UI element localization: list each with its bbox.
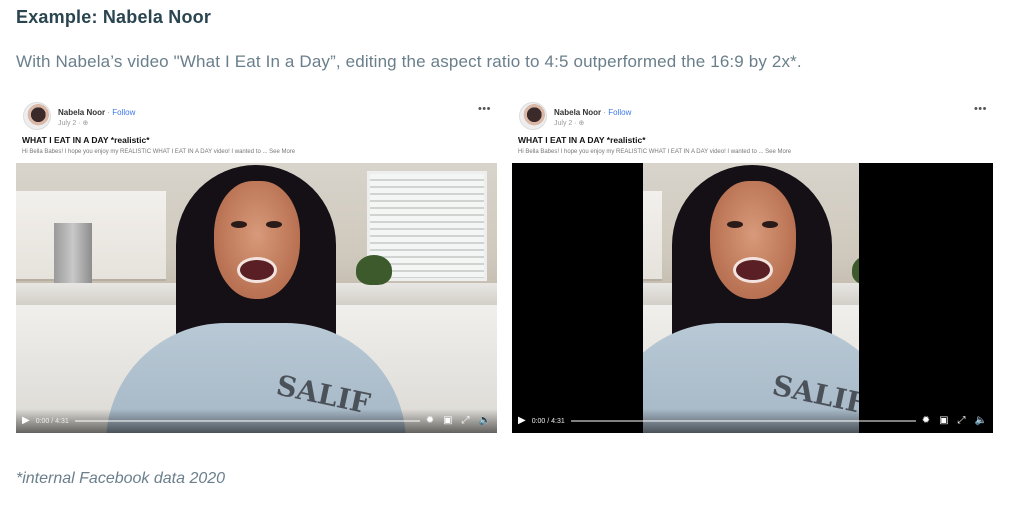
mouth: [733, 257, 773, 283]
presenter: SALIF: [106, 163, 406, 433]
facebook-post-4-5: Nabela Noor · Follow July 2 · ⊕ ••• WHAT…: [512, 100, 993, 433]
volume-icon[interactable]: 🔈: [975, 416, 987, 426]
more-options-icon[interactable]: •••: [974, 103, 987, 115]
post-author: Nabela Noor · Follow: [58, 108, 135, 117]
post-description[interactable]: Hi Bella Babes! I hope you enjoy my REAL…: [22, 149, 295, 155]
eye: [266, 221, 282, 228]
fullscreen-icon[interactable]: ⤢: [958, 416, 966, 426]
video-time: 0:00 / 4:31: [35, 417, 69, 425]
post-header: Nabela Noor · Follow July 2 · ⊕ ••• WHAT…: [16, 100, 497, 162]
post-title: WHAT I EAT IN A DAY *realistic*: [518, 135, 646, 145]
author-name[interactable]: Nabela Noor: [554, 108, 601, 117]
presenter: SALIF: [643, 163, 859, 433]
avatar[interactable]: [519, 102, 547, 130]
page-title: Example: Nabela Noor: [16, 7, 212, 27]
pip-icon[interactable]: ▣: [939, 416, 948, 426]
post-date: July 2 · ⊕: [554, 120, 585, 127]
settings-icon[interactable]: ✹: [922, 416, 930, 426]
follow-link[interactable]: Follow: [608, 108, 631, 117]
more-options-icon[interactable]: •••: [478, 103, 491, 115]
post-date: July 2 · ⊕: [58, 120, 89, 127]
post-header: Nabela Noor · Follow July 2 · ⊕ ••• WHAT…: [512, 100, 993, 162]
page-subtitle: With Nabela’s video "What I Eat In a Day…: [16, 52, 802, 71]
author-name[interactable]: Nabela Noor: [58, 108, 105, 117]
video-time: 0:00 / 4:31: [531, 417, 565, 425]
progress-bar[interactable]: [74, 420, 420, 422]
mouth: [237, 257, 277, 283]
video-controls: ▶ 0:00 / 4:31 ✹ ▣ ⤢ 🔈: [16, 409, 497, 433]
play-icon[interactable]: ▶: [518, 416, 526, 426]
pip-icon[interactable]: ▣: [443, 416, 452, 426]
eye: [231, 221, 247, 228]
facebook-post-16-9: Nabela Noor · Follow July 2 · ⊕ ••• WHAT…: [16, 100, 497, 433]
follow-link[interactable]: Follow: [112, 108, 135, 117]
video-player[interactable]: SALIF ▶ 0:00 / 4:31 ✹ ▣ ⤢ 🔈: [512, 163, 993, 433]
eye: [727, 221, 743, 228]
post-title: WHAT I EAT IN A DAY *realistic*: [22, 135, 150, 145]
video-player[interactable]: SALIF ▶ 0:00 / 4:31 ✹ ▣ ⤢ 🔈: [16, 163, 497, 433]
play-icon[interactable]: ▶: [22, 416, 30, 426]
footnote: *internal Facebook data 2020: [16, 470, 226, 487]
separator: ·: [107, 108, 111, 117]
video-controls: ▶ 0:00 / 4:31 ✹ ▣ ⤢ 🔈: [512, 409, 993, 433]
volume-icon[interactable]: 🔈: [479, 416, 491, 426]
separator: ·: [603, 108, 607, 117]
video-frame: SALIF: [16, 163, 497, 433]
video-frame: SALIF: [643, 163, 859, 433]
post-description[interactable]: Hi Bella Babes! I hope you enjoy my REAL…: [518, 149, 791, 155]
eye: [762, 221, 778, 228]
fullscreen-icon[interactable]: ⤢: [462, 416, 470, 426]
settings-icon[interactable]: ✹: [426, 416, 434, 426]
post-author: Nabela Noor · Follow: [554, 108, 631, 117]
progress-bar[interactable]: [570, 420, 916, 422]
avatar[interactable]: [23, 102, 51, 130]
